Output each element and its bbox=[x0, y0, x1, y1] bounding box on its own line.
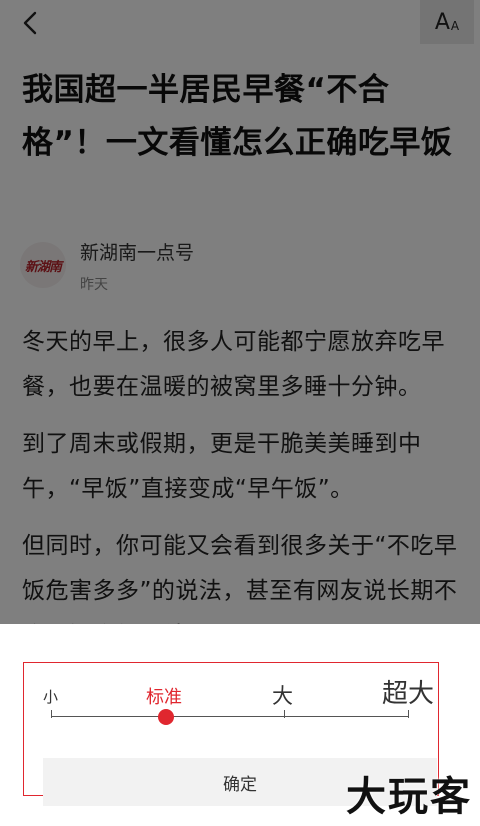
slider-tick-xlarge bbox=[408, 710, 409, 718]
font-option-xlarge[interactable]: 超大 bbox=[382, 673, 434, 710]
font-size-sheet: 小 标准 大 超大 确定 大玩客 bbox=[0, 624, 480, 826]
font-option-small[interactable]: 小 bbox=[43, 686, 58, 707]
watermark: 大玩客 bbox=[346, 774, 472, 820]
font-size-slider-knob[interactable] bbox=[158, 709, 174, 725]
slider-tick-large bbox=[284, 710, 285, 718]
font-option-large[interactable]: 大 bbox=[272, 680, 293, 710]
font-option-standard[interactable]: 标准 bbox=[146, 683, 182, 709]
font-size-slider-track[interactable] bbox=[51, 716, 409, 717]
slider-tick-small bbox=[51, 710, 52, 718]
